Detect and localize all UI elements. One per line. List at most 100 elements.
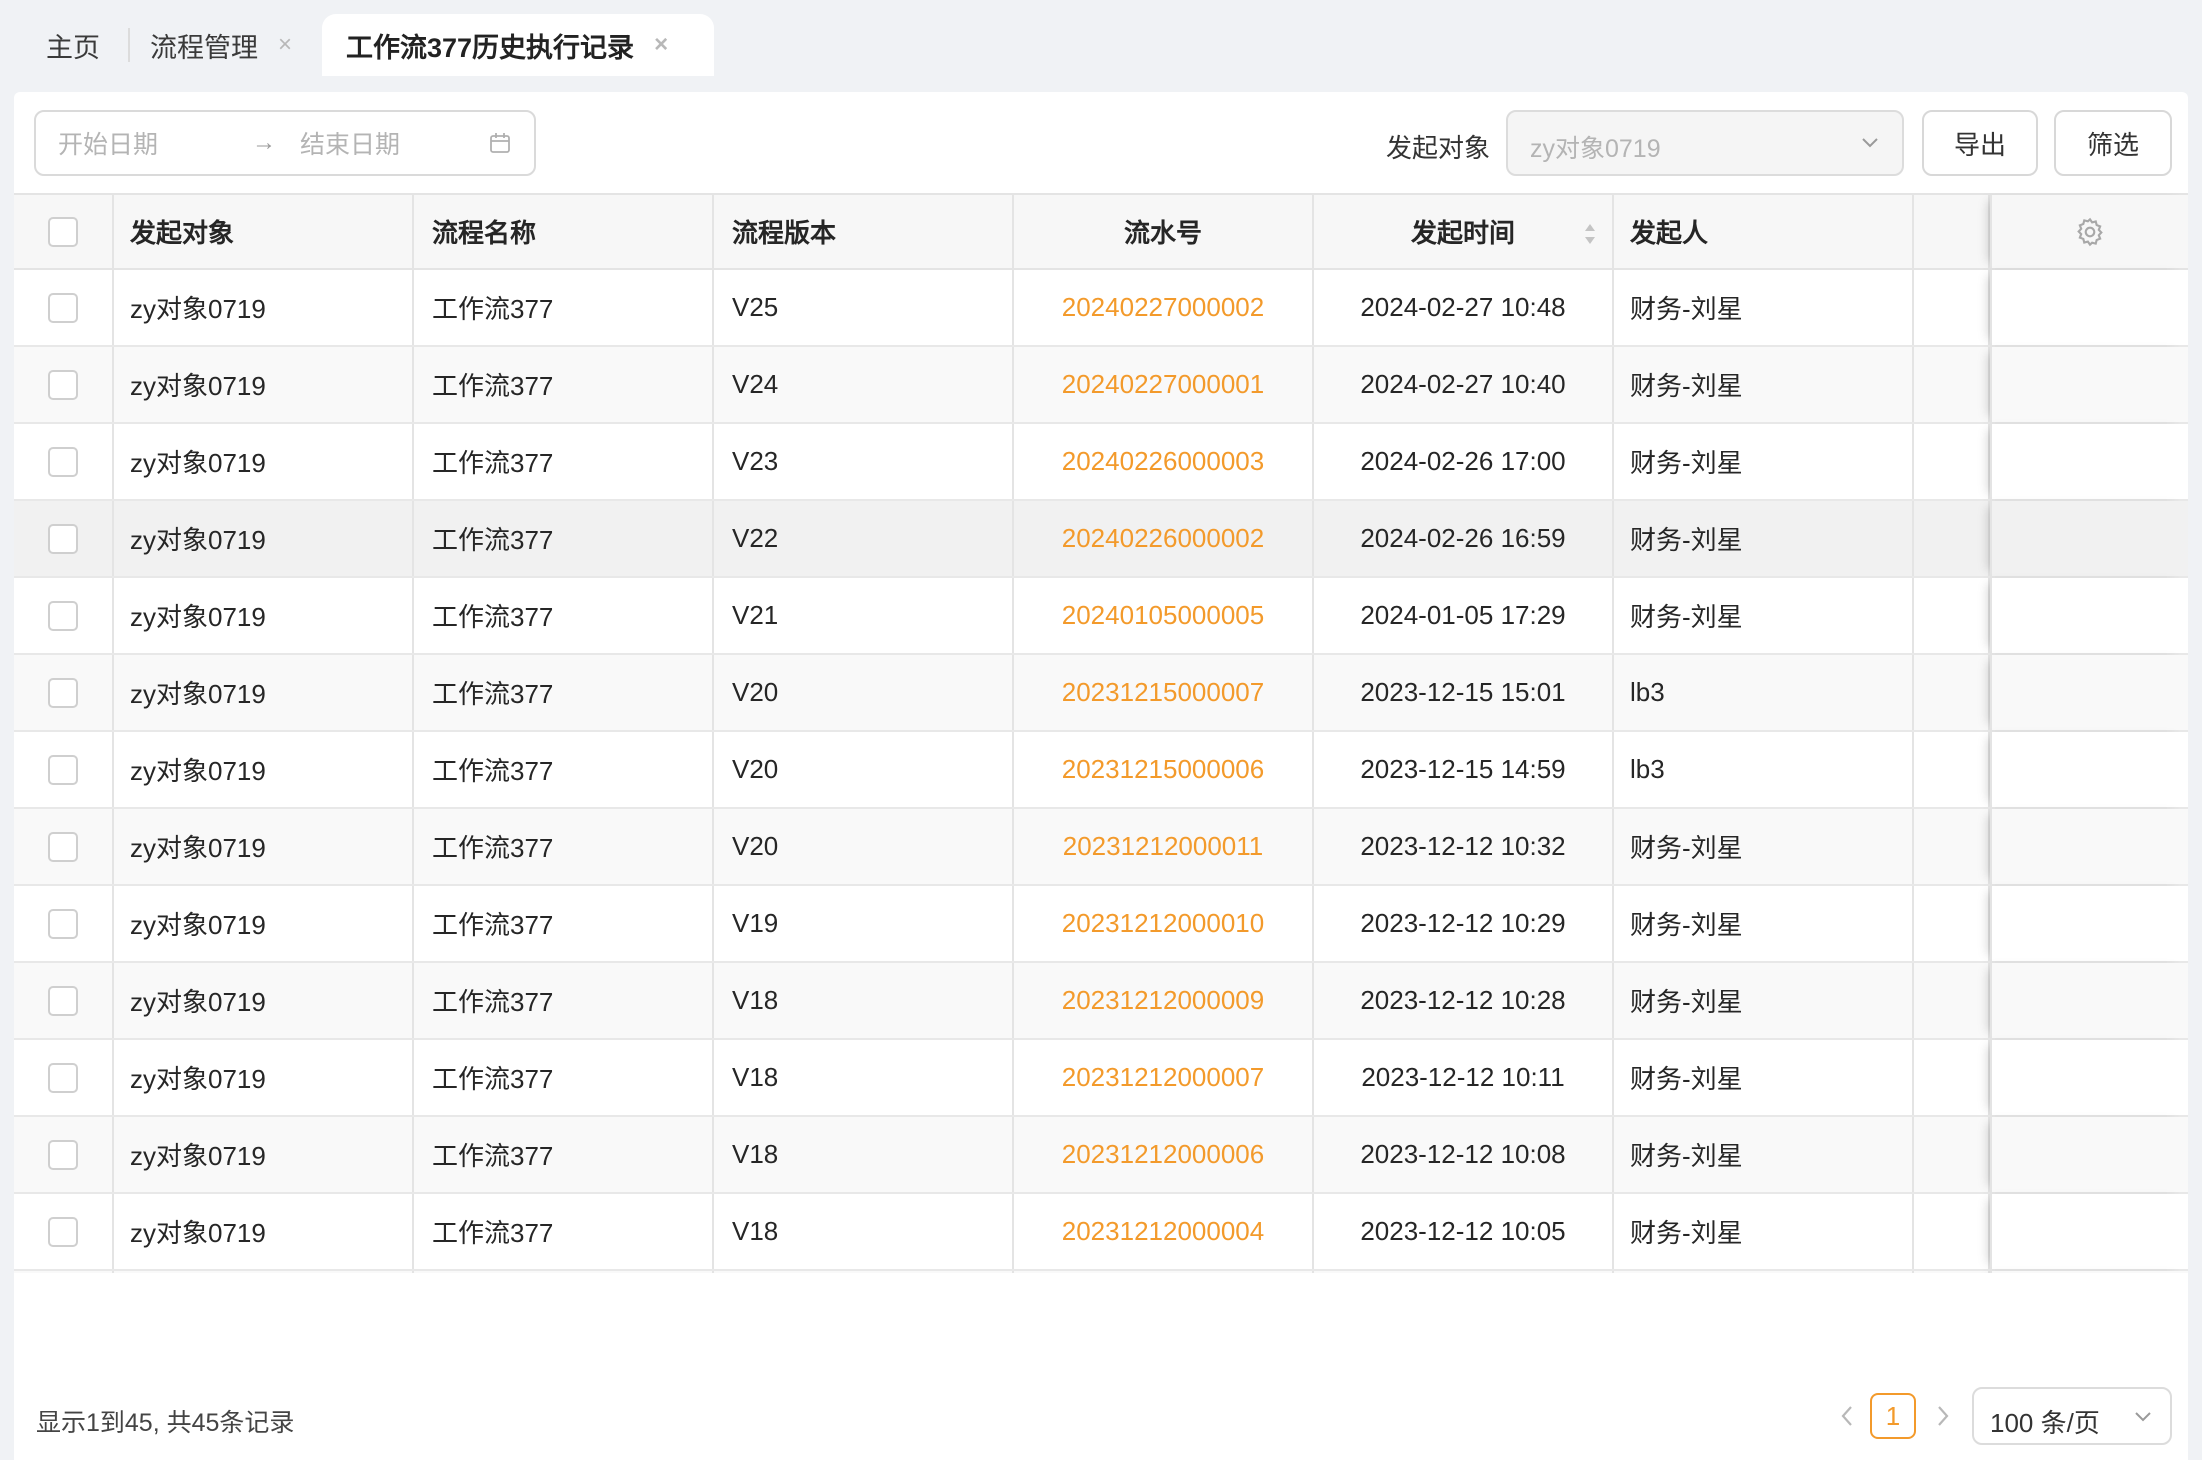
cell-object-text: zy对象0719 (130, 1064, 266, 1094)
cell-version-text: V24 (732, 369, 779, 399)
end-date-input[interactable]: 结束日期 (300, 125, 400, 161)
table-row[interactable]: zy对象0719 工作流377 V20 20231215000007 2023-12-1… (14, 655, 2188, 732)
row-checkbox[interactable] (48, 523, 78, 554)
cell-serial[interactable]: 20231212000010 (1014, 886, 1314, 961)
start-date-input[interactable]: 开始日期 (58, 125, 158, 161)
sort-icon[interactable] (1582, 221, 1598, 247)
close-icon[interactable]: × (654, 31, 668, 59)
table-row[interactable]: zy对象0719 工作流377 V18 20231212000006 2023-12-1… (14, 1117, 2188, 1194)
row-checkbox[interactable] (48, 1216, 78, 1247)
cell-serial[interactable]: 20231212000006 (1014, 1117, 1314, 1192)
table-row[interactable]: zy对象0719 工作流377 V25 20240227000002 2024-02-2… (14, 270, 2188, 347)
gear-icon[interactable] (2074, 216, 2106, 248)
cell-blank (1914, 578, 1990, 653)
serial-link[interactable]: 20240226000002 (1062, 523, 1264, 554)
table-row[interactable]: zy对象0719 工作流377 V23 20240226000003 2024-02-2… (14, 424, 2188, 501)
cell-serial[interactable]: 20231212000007 (1014, 1040, 1314, 1115)
serial-link[interactable]: 20240105000005 (1062, 600, 1264, 631)
row-select-cell (14, 578, 114, 653)
cell-serial[interactable]: 20231212000009 (1014, 963, 1314, 1038)
cell-version: V18 (714, 963, 1014, 1038)
cell-serial[interactable]: 20231124000006 (1014, 1271, 1314, 1273)
cell-object-text: zy对象0719 (130, 448, 266, 478)
cell-serial[interactable]: 20231212000004 (1014, 1194, 1314, 1269)
table-row[interactable]: zy对象0719 工作流377 V21 20240105000005 2024-01-0… (14, 578, 2188, 655)
table-row[interactable]: zy对象0719 工作流377 V22 20240226000002 2024-02-2… (14, 501, 2188, 578)
row-select-cell (14, 424, 114, 499)
row-checkbox[interactable] (48, 677, 78, 708)
cell-serial[interactable]: 20231212000011 (1014, 809, 1314, 884)
table-row[interactable]: zy对象0719 工作流377 V19 20231212000010 2023-12-1… (14, 886, 2188, 963)
serial-link[interactable]: 20231212000010 (1062, 908, 1264, 939)
cell-blank (1914, 1117, 1990, 1192)
serial-link[interactable]: 20231212000009 (1062, 985, 1264, 1016)
header-time[interactable]: 发起时间 (1314, 195, 1614, 268)
chevron-left-icon[interactable] (1836, 1401, 1858, 1431)
row-select-cell (14, 732, 114, 807)
table-row[interactable]: zy对象0719 工作流377 V18 20231212000009 2023-12-1… (14, 963, 2188, 1040)
row-checkbox[interactable] (48, 908, 78, 939)
cell-blank (1914, 809, 1990, 884)
close-icon[interactable]: × (278, 31, 292, 59)
header-serial: 流水号 (1014, 195, 1314, 268)
serial-link[interactable]: 20231212000011 (1063, 831, 1264, 862)
tab-history[interactable]: 工作流377历史执行记录 × (322, 14, 714, 76)
cell-object: zy对象0719 (114, 270, 414, 345)
cell-version-text: V20 (732, 754, 779, 784)
cell-serial[interactable]: 20240226000003 (1014, 424, 1314, 499)
select-all-checkbox[interactable] (48, 216, 78, 247)
table-row[interactable]: zy对象0719 工作流377 V20 20231215000006 2023-12-1… (14, 732, 2188, 809)
table-row[interactable]: zy对象0719 工作流377 V20 20231212000011 2023-12-1… (14, 809, 2188, 886)
cell-serial[interactable]: 20231215000006 (1014, 732, 1314, 807)
cell-serial[interactable]: 20240105000005 (1014, 578, 1314, 653)
cell-serial[interactable]: 20240227000001 (1014, 347, 1314, 422)
table-row[interactable]: zy对象0719工作流377V17202311240000062023-11-2… (14, 1271, 2188, 1273)
cell-blank (1914, 1040, 1990, 1115)
tab-home[interactable]: 主页 (46, 14, 100, 76)
row-checkbox[interactable] (48, 985, 78, 1016)
serial-link[interactable]: 20231212000006 (1062, 1139, 1264, 1170)
row-checkbox[interactable] (48, 754, 78, 785)
chevron-right-icon[interactable] (1932, 1401, 1954, 1431)
row-checkbox[interactable] (48, 1062, 78, 1093)
cell-version: V23 (714, 424, 1014, 499)
cell-serial[interactable]: 20231215000007 (1014, 655, 1314, 730)
cell-initiator-text: 财务-刘星 (1630, 1141, 1743, 1171)
cell-name-text: 工作流377 (432, 371, 554, 401)
cell-object-text: zy对象0719 (130, 294, 266, 324)
table-row[interactable]: zy对象0719 工作流377 V24 20240227000001 2024-02-2… (14, 347, 2188, 424)
cell-time-text: 2023-12-12 10:29 (1360, 908, 1566, 938)
filter-button[interactable]: 筛选 (2054, 110, 2172, 176)
row-checkbox[interactable] (48, 292, 78, 323)
cell-time: 2023-12-12 10:08 (1314, 1117, 1614, 1192)
object-select[interactable]: zy对象0719 (1506, 110, 1904, 176)
row-checkbox[interactable] (48, 446, 78, 477)
table-row[interactable]: zy对象0719 工作流377 V18 20231212000007 2023-12-1… (14, 1040, 2188, 1117)
cell-object-text: zy对象0719 (130, 371, 266, 401)
export-button[interactable]: 导出 (1922, 110, 2038, 176)
cell-initiator: lb3 (1614, 732, 1914, 807)
serial-link[interactable]: 20231215000007 (1062, 677, 1264, 708)
cell-object: zy对象0719 (114, 886, 414, 961)
serial-link[interactable]: 20240227000002 (1062, 292, 1264, 323)
page-current[interactable]: 1 (1870, 1393, 1916, 1439)
serial-link[interactable]: 20240226000003 (1062, 446, 1264, 477)
cell-blank (1914, 347, 1990, 422)
table-row[interactable]: zy对象0719 工作流377 V18 20231212000004 2023-12-1… (14, 1194, 2188, 1271)
row-checkbox[interactable] (48, 831, 78, 862)
serial-link[interactable]: 20231212000007 (1062, 1062, 1264, 1093)
serial-link[interactable]: 20231212000004 (1062, 1216, 1264, 1247)
cell-name: 工作流377 (414, 1194, 714, 1269)
row-checkbox[interactable] (48, 369, 78, 400)
serial-link[interactable]: 20240227000001 (1062, 369, 1264, 400)
arrow-right-icon: → (252, 129, 276, 156)
tab-flow-manage[interactable]: 流程管理 × (150, 14, 292, 76)
cell-serial[interactable]: 20240226000002 (1014, 501, 1314, 576)
row-checkbox[interactable] (48, 1139, 78, 1170)
serial-link[interactable]: 20231215000006 (1062, 754, 1264, 785)
cell-name-text: 工作流377 (432, 1218, 554, 1248)
row-checkbox[interactable] (48, 600, 78, 631)
date-range-picker[interactable]: 开始日期 → 结束日期 (34, 110, 536, 176)
page-size-select[interactable]: 100 条/页 (1972, 1387, 2172, 1445)
cell-serial[interactable]: 20240227000002 (1014, 270, 1314, 345)
